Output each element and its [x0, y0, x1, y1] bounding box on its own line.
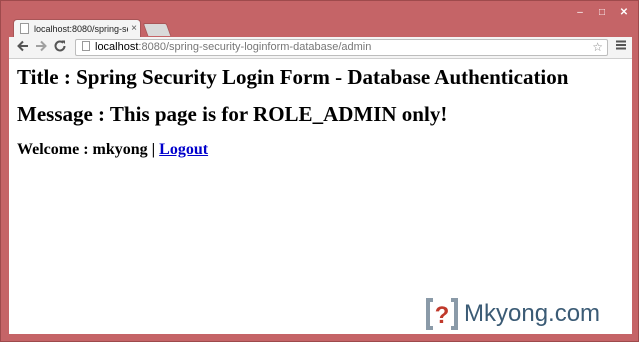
svg-text:?: ?: [435, 302, 450, 329]
logo-text: Mkyong.com: [464, 300, 601, 327]
address-bar[interactable]: localhost:8080/spring-security-loginform…: [75, 39, 608, 56]
new-tab-button[interactable]: [142, 23, 172, 36]
mkyong-logo: ? Mkyong.com: [424, 296, 600, 332]
forward-arrow-icon[interactable]: [33, 39, 49, 55]
star-icon[interactable]: ☆: [592, 40, 603, 55]
browser-window: localhost:8080/spring-secu × – □ ✕ local…: [0, 0, 639, 342]
welcome-line: Welcome : mkyong | Logout: [17, 141, 208, 159]
reload-icon[interactable]: [52, 39, 68, 55]
url-host: localhost: [95, 41, 139, 53]
question-bracket-logo-icon: ?: [426, 298, 458, 330]
page-title: Title : Spring Security Login Form - Dat…: [17, 65, 569, 89]
back-arrow-icon[interactable]: [15, 39, 31, 55]
page-content: Title : Spring Security Login Form - Dat…: [9, 59, 632, 334]
welcome-text: Welcome : mkyong |: [17, 141, 160, 158]
browser-toolbar: localhost:8080/spring-security-loginform…: [9, 37, 632, 59]
maximize-button[interactable]: □: [591, 6, 613, 20]
page-favicon-icon: [20, 23, 29, 34]
page-icon: [82, 41, 90, 51]
logout-link[interactable]: Logout: [159, 141, 208, 158]
browser-tab[interactable]: localhost:8080/spring-secu ×: [13, 19, 141, 37]
url-path: :8080/spring-security-loginform-database…: [138, 41, 372, 53]
tab-title: localhost:8080/spring-secu: [34, 23, 128, 34]
minimize-button[interactable]: –: [569, 6, 591, 20]
close-window-button[interactable]: ✕: [613, 6, 635, 20]
tab-close-icon[interactable]: ×: [128, 23, 140, 34]
page-message: Message : This page is for ROLE_ADMIN on…: [17, 102, 448, 126]
hamburger-menu-icon[interactable]: [613, 39, 629, 55]
